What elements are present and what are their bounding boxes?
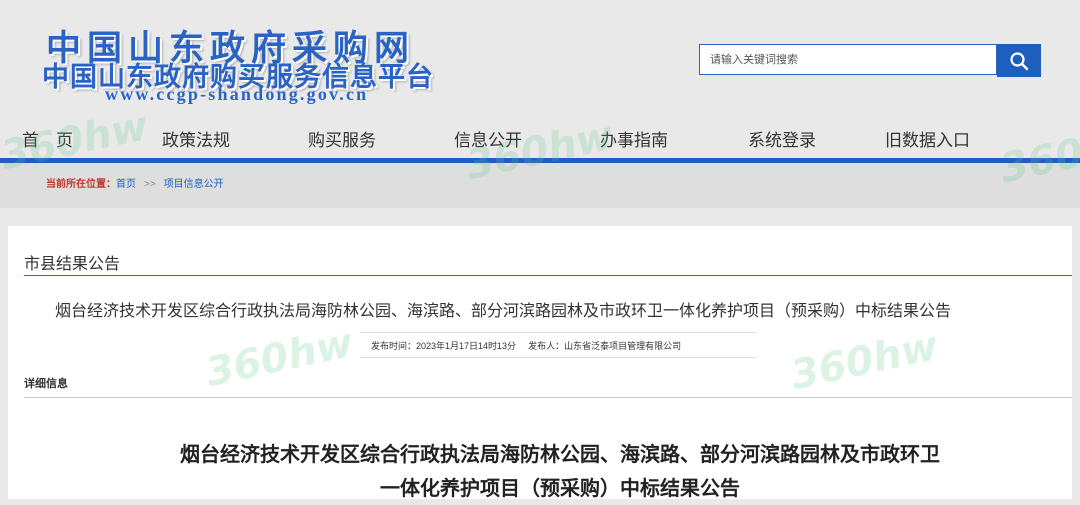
nav-item-home[interactable]: 首 页 — [22, 126, 73, 151]
nav-item-old-data[interactable]: 旧数据入口 — [885, 126, 970, 151]
document-title: 烟台经济技术开发区综合行政执法局海防林公园、海滨路、部分河滨路园林及市政环卫 一… — [120, 437, 1000, 505]
main-nav: 首 页 政策法规 购买服务 信息公开 办事指南 系统登录 旧数据入口 — [0, 118, 1080, 158]
breadcrumb-home-link[interactable]: 首页 — [116, 179, 136, 190]
detail-label: 详细信息 — [24, 378, 68, 390]
nav-item-login[interactable]: 系统登录 — [748, 126, 816, 151]
breadcrumb-current-link[interactable]: 项目信息公开 — [164, 179, 224, 190]
nav-item-policy[interactable]: 政策法规 — [162, 126, 230, 151]
publish-time: 发布时间：2023年1月17日14时13分 — [371, 341, 517, 351]
nav-item-guide[interactable]: 办事指南 — [600, 126, 668, 151]
search-button[interactable] — [997, 44, 1041, 77]
section-divider — [24, 275, 1072, 276]
search-icon — [1010, 51, 1029, 70]
section-title: 市县结果公告 — [24, 256, 121, 273]
document-title-line1: 烟台经济技术开发区综合行政执法局海防林公园、海滨路、部分河滨路园林及市政环卫 — [180, 442, 940, 466]
detail-divider — [24, 397, 1072, 398]
breadcrumb: 当前所在位置：首页 >> 项目信息公开 — [46, 175, 224, 190]
nav-item-purchase-service[interactable]: 购买服务 — [308, 126, 376, 151]
publisher: 发布人：山东省泛泰项目管理有限公司 — [528, 341, 682, 351]
search-input[interactable] — [699, 44, 997, 75]
announcement-title: 烟台经济技术开发区综合行政执法局海防林公园、海滨路、部分河滨路园林及市政环卫一体… — [55, 303, 952, 320]
nav-item-info-disclosure[interactable]: 信息公开 — [454, 126, 522, 151]
site-header: 中国山东政府采购网 中国山东政府购买服务信息平台 www.ccgp-shando… — [0, 0, 1080, 118]
site-logo-url[interactable]: www.ccgp-shandong.gov.cn — [105, 84, 368, 105]
announcement-meta: 发布时间：2023年1月17日14时13分 发布人：山东省泛泰项目管理有限公司 — [371, 339, 681, 352]
document-title-line2: 一体化养护项目（预采购）中标结果公告 — [380, 476, 740, 500]
breadcrumb-separator: >> — [144, 179, 156, 190]
breadcrumb-bar: 当前所在位置：首页 >> 项目信息公开 — [0, 163, 1080, 208]
breadcrumb-label: 当前所在位置： — [46, 179, 116, 190]
